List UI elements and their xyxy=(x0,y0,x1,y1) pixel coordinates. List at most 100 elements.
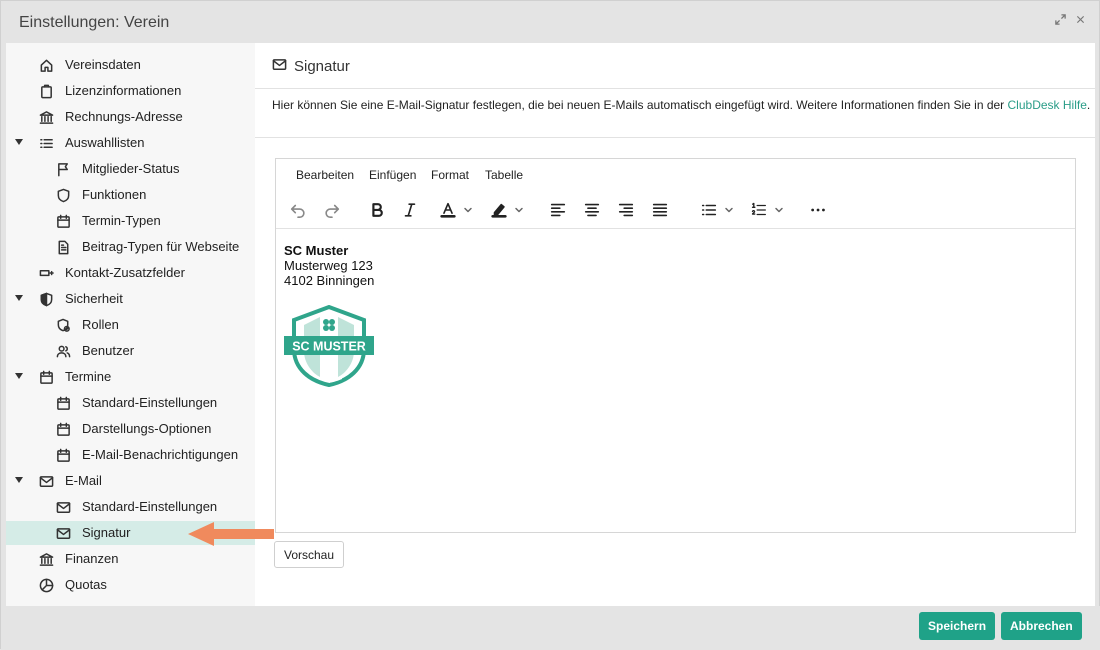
sidebar-item-sicherheit[interactable]: Sicherheit xyxy=(6,287,255,311)
sidebar-item-vereinsdaten[interactable]: Vereinsdaten xyxy=(6,53,255,77)
calendar-icon xyxy=(55,213,71,229)
help-link[interactable]: ClubDesk Hilfe xyxy=(1008,98,1087,112)
justify-button[interactable] xyxy=(649,197,671,223)
bold-button[interactable] xyxy=(366,197,388,223)
caret-down-icon[interactable] xyxy=(15,139,23,145)
list-icon xyxy=(38,135,54,151)
signature-line-city: 4102 Binningen xyxy=(284,273,375,288)
calendar-icon xyxy=(38,369,54,385)
signature-panel: Signatur Hier können Sie eine E-Mail-Sig… xyxy=(255,43,1095,606)
cancel-button[interactable]: Abbrechen xyxy=(1001,612,1082,640)
panel-header: Signatur xyxy=(255,43,1095,89)
home-icon xyxy=(38,57,54,73)
sidebar-item-benutzer[interactable]: Benutzer xyxy=(6,339,255,363)
clipboard-icon xyxy=(38,83,54,99)
menu-table[interactable]: Tabelle xyxy=(485,168,523,182)
sidebar-item-termine[interactable]: Termine xyxy=(6,365,255,389)
menu-insert[interactable]: Einfügen xyxy=(369,168,416,182)
envelope-icon xyxy=(38,473,54,489)
pie-chart-icon xyxy=(38,577,54,593)
shield-check-icon xyxy=(55,317,71,333)
sidebar-item-termin-typen[interactable]: Termin-Typen xyxy=(6,209,255,233)
more-button[interactable] xyxy=(807,197,829,223)
italic-icon xyxy=(404,203,416,217)
shield-icon xyxy=(55,187,71,203)
flag-icon xyxy=(55,161,71,177)
sidebar-item-termine-standard-einstellungen[interactable]: Standard-Einstellungen xyxy=(6,391,255,415)
sidebar-item-rechnungs-adresse[interactable]: Rechnungs-Adresse xyxy=(6,105,255,129)
document-icon xyxy=(55,239,71,255)
sidebar-item-mitglieder-status[interactable]: Mitglieder-Status xyxy=(6,157,255,181)
sidebar-item-lizenzinformationen[interactable]: Lizenzinformationen xyxy=(6,79,255,103)
text-color-button[interactable] xyxy=(434,197,478,223)
envelope-icon xyxy=(272,57,287,75)
window-controls xyxy=(1053,12,1087,26)
sidebar-item-rollen[interactable]: Rollen xyxy=(6,313,255,337)
menu-format[interactable]: Format xyxy=(431,168,469,182)
bank-icon xyxy=(38,551,54,567)
club-logo: SC MUSTER xyxy=(284,305,374,387)
calendar-icon xyxy=(55,447,71,463)
sidebar-item-kontakt-zusatzfelder[interactable]: Kontakt-Zusatzfelder xyxy=(6,261,255,285)
bank-icon xyxy=(38,109,54,125)
bold-icon xyxy=(372,203,383,217)
sidebar-item-email-benachrichtigungen[interactable]: E-Mail-Benachrichtigungen xyxy=(6,443,255,467)
signature-line-street: Musterweg 123 xyxy=(284,258,373,273)
calendar-icon xyxy=(55,421,71,437)
highlighter-icon xyxy=(491,203,507,218)
preview-button[interactable]: Vorschau xyxy=(274,541,345,568)
calendar-icon xyxy=(55,395,71,411)
menu-edit[interactable]: Bearbeiten xyxy=(296,168,354,182)
sidebar-item-email[interactable]: E-Mail xyxy=(6,469,255,493)
numbered-list-button[interactable] xyxy=(745,197,789,223)
sidebar-item-funktionen[interactable]: Funktionen xyxy=(6,183,255,207)
sidebar-item-darstellungs-optionen[interactable]: Darstellungs-Optionen xyxy=(6,417,255,441)
italic-button[interactable] xyxy=(399,197,421,223)
annotation-arrow-icon xyxy=(188,522,274,546)
panel-description: Hier können Sie eine E-Mail-Signatur fes… xyxy=(272,98,1091,112)
editor-toolbar xyxy=(276,193,1075,229)
highlight-color-button[interactable] xyxy=(485,197,529,223)
shield-half-icon xyxy=(38,291,54,307)
close-icon[interactable] xyxy=(1073,12,1087,26)
redo-icon xyxy=(325,204,340,219)
sidebar-item-email-standard-einstellungen[interactable]: Standard-Einstellungen xyxy=(6,495,255,519)
divider xyxy=(255,137,1095,138)
align-center-button[interactable] xyxy=(581,197,603,223)
dialog-footer: Speichern Abbrechen xyxy=(1,606,1100,650)
sidebar-item-finanzen[interactable]: Finanzen xyxy=(6,547,255,571)
sidebar-item-beitrag-typen[interactable]: Beitrag-Typen für Webseite xyxy=(6,235,255,259)
bullet-list-button[interactable] xyxy=(695,197,739,223)
sidebar-item-quotas[interactable]: Quotas xyxy=(6,573,255,597)
signature-line-name: SC Muster xyxy=(284,243,349,258)
chevron-down-icon xyxy=(775,207,783,213)
sidebar-item-auswahllisten[interactable]: Auswahllisten xyxy=(6,131,255,155)
save-button[interactable]: Speichern xyxy=(919,612,996,640)
caret-down-icon[interactable] xyxy=(15,373,23,379)
window-title: Einstellungen: Verein xyxy=(19,14,170,31)
logo-text: SC MUSTER xyxy=(292,340,366,354)
align-center-icon xyxy=(584,203,600,217)
caret-down-icon[interactable] xyxy=(15,477,23,483)
undo-button[interactable] xyxy=(287,197,309,223)
users-icon xyxy=(55,343,71,359)
chevron-down-icon xyxy=(464,207,472,213)
undo-icon xyxy=(290,204,305,219)
justify-icon xyxy=(652,203,668,217)
envelope-icon xyxy=(55,525,71,541)
bullet-list-icon xyxy=(701,204,717,216)
align-right-button[interactable] xyxy=(615,197,637,223)
expand-icon[interactable] xyxy=(1053,12,1067,26)
chevron-down-icon xyxy=(515,207,523,213)
numbered-list-icon xyxy=(751,202,766,216)
align-left-button[interactable] xyxy=(547,197,569,223)
redo-button[interactable] xyxy=(321,197,343,223)
text-color-icon xyxy=(440,202,456,218)
caret-down-icon[interactable] xyxy=(15,295,23,301)
signature-editor: Bearbeiten Einfügen Format Tabelle SC Mu… xyxy=(275,158,1076,533)
envelope-icon xyxy=(55,499,71,515)
field-add-icon xyxy=(38,265,54,281)
editor-content[interactable]: SC Muster Musterweg 123 4102 Binningen xyxy=(284,243,374,288)
settings-dialog: Einstellungen: Verein Vereinsdaten Lizen… xyxy=(0,0,1100,650)
more-horizontal-icon xyxy=(811,208,825,212)
